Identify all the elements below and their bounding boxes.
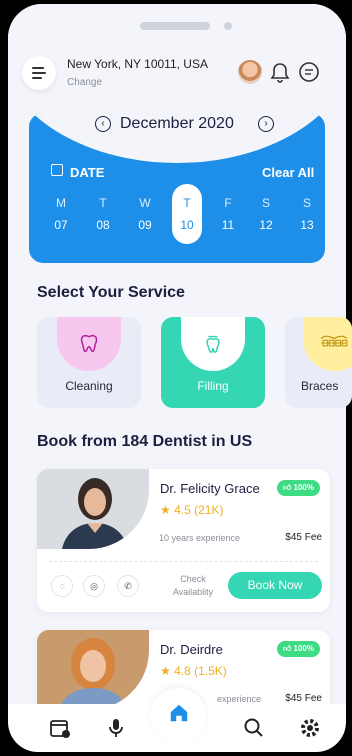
check-availability-link[interactable]: Check Availablity (163, 573, 223, 599)
badge-text: 100% (293, 644, 314, 653)
day-mon[interactable]: M 07 (46, 188, 76, 240)
experience: 10 years experience (159, 533, 241, 543)
approval-badge: 👍︎ 100% (276, 641, 320, 657)
day-letter: M (56, 196, 66, 210)
day-sun[interactable]: S 13 (292, 188, 322, 240)
chat-icon[interactable] (298, 61, 320, 83)
service-braces[interactable]: Braces (285, 317, 352, 408)
header: New York, NY 10011, USA Change (0, 52, 352, 98)
day-number: 07 (54, 218, 68, 232)
next-month-button[interactable]: › (258, 116, 274, 132)
tooth-filling-icon (206, 335, 220, 353)
day-letter: S (261, 196, 270, 210)
calendar-check-icon[interactable] (48, 716, 72, 740)
services-title: Select Your Service (37, 284, 185, 301)
card-divider (49, 561, 318, 562)
calendar-icon (51, 164, 63, 176)
service-label: Filling (197, 379, 229, 393)
approval-badge: 👍︎ 100% (276, 480, 320, 496)
menu-button[interactable] (22, 56, 56, 90)
braces-icon (320, 335, 348, 347)
tooth-icon-bg (57, 317, 121, 371)
camera (224, 22, 232, 30)
tooth-filling-icon-bg (181, 317, 245, 371)
rating: ★ 4.5 (21K) (160, 503, 224, 517)
home-icon[interactable] (168, 702, 190, 724)
day-number: 08 (96, 218, 110, 232)
day-fri[interactable]: F 11 (213, 188, 243, 240)
location-pin-icon[interactable]: ◎ (83, 575, 105, 597)
day-number: 11 (221, 218, 235, 232)
dentist-name: Dr. Felicity Grace (160, 481, 260, 496)
book-now-button[interactable]: Book Now (228, 572, 322, 599)
rating-value: 4.8 (1.5K) (174, 664, 227, 678)
day-wed[interactable]: W 09 (130, 188, 160, 240)
month-label: December 2020 (120, 115, 234, 132)
month-selector: ‹ December 2020 › (0, 114, 352, 134)
location-text: New York, NY 10011, USA (67, 57, 208, 71)
dentist-name: Dr. Deirdre (160, 642, 223, 657)
day-number: 13 (300, 218, 314, 232)
service-label: Braces (301, 379, 339, 393)
day-letter: S (302, 196, 311, 210)
day-sat[interactable]: S 12 (251, 188, 281, 240)
day-thu-selected[interactable]: T 10 (172, 184, 202, 244)
dentist-portrait (37, 630, 149, 710)
fee: $45 Fee (285, 693, 322, 704)
rating: ★ 4.8 (1.5K) (160, 664, 227, 678)
dentist-portrait (37, 469, 149, 549)
service-cleaning[interactable]: Cleaning (37, 317, 141, 408)
day-number: 09 (138, 218, 152, 232)
rating-value: 4.5 (21K) (174, 503, 224, 517)
dentists-title: Book from 184 Dentist in US (37, 433, 253, 450)
avatar[interactable] (238, 60, 262, 84)
dentist-photo (37, 630, 149, 710)
prev-month-button[interactable]: ‹ (95, 116, 111, 132)
day-number: 10 (180, 218, 194, 232)
menu-line (32, 77, 42, 79)
speaker (140, 22, 210, 30)
notch (8, 4, 346, 44)
change-location-link[interactable]: Change (67, 77, 102, 88)
message-icon[interactable]: ◌ (51, 575, 73, 597)
tooth-icon (80, 334, 98, 353)
bell-icon[interactable] (270, 62, 290, 84)
dentist-photo (37, 469, 149, 549)
day-tue[interactable]: T 08 (88, 188, 118, 240)
menu-line (32, 67, 44, 69)
date-label: DATE (70, 165, 105, 180)
phone-icon[interactable]: ✆ (117, 575, 139, 597)
menu-line (32, 72, 46, 74)
dentist-card[interactable]: Dr. Felicity Grace 👍︎ 100% ★ 4.5 (21K) 1… (37, 469, 330, 612)
service-label: Cleaning (65, 379, 113, 393)
braces-icon-bg (303, 317, 352, 371)
day-letter: T (183, 196, 191, 210)
gear-icon[interactable] (298, 716, 322, 740)
search-icon[interactable] (242, 716, 266, 740)
experience: experience (217, 694, 262, 704)
day-letter: W (139, 196, 151, 210)
microphone-icon[interactable] (104, 716, 128, 740)
day-letter: F (224, 196, 232, 210)
fee: $45 Fee (285, 532, 322, 543)
day-letter: T (99, 196, 107, 210)
clear-all-button[interactable]: Clear All (262, 165, 314, 180)
day-number: 12 (259, 218, 273, 232)
service-filling[interactable]: Filling (161, 317, 265, 408)
badge-text: 100% (293, 483, 314, 492)
